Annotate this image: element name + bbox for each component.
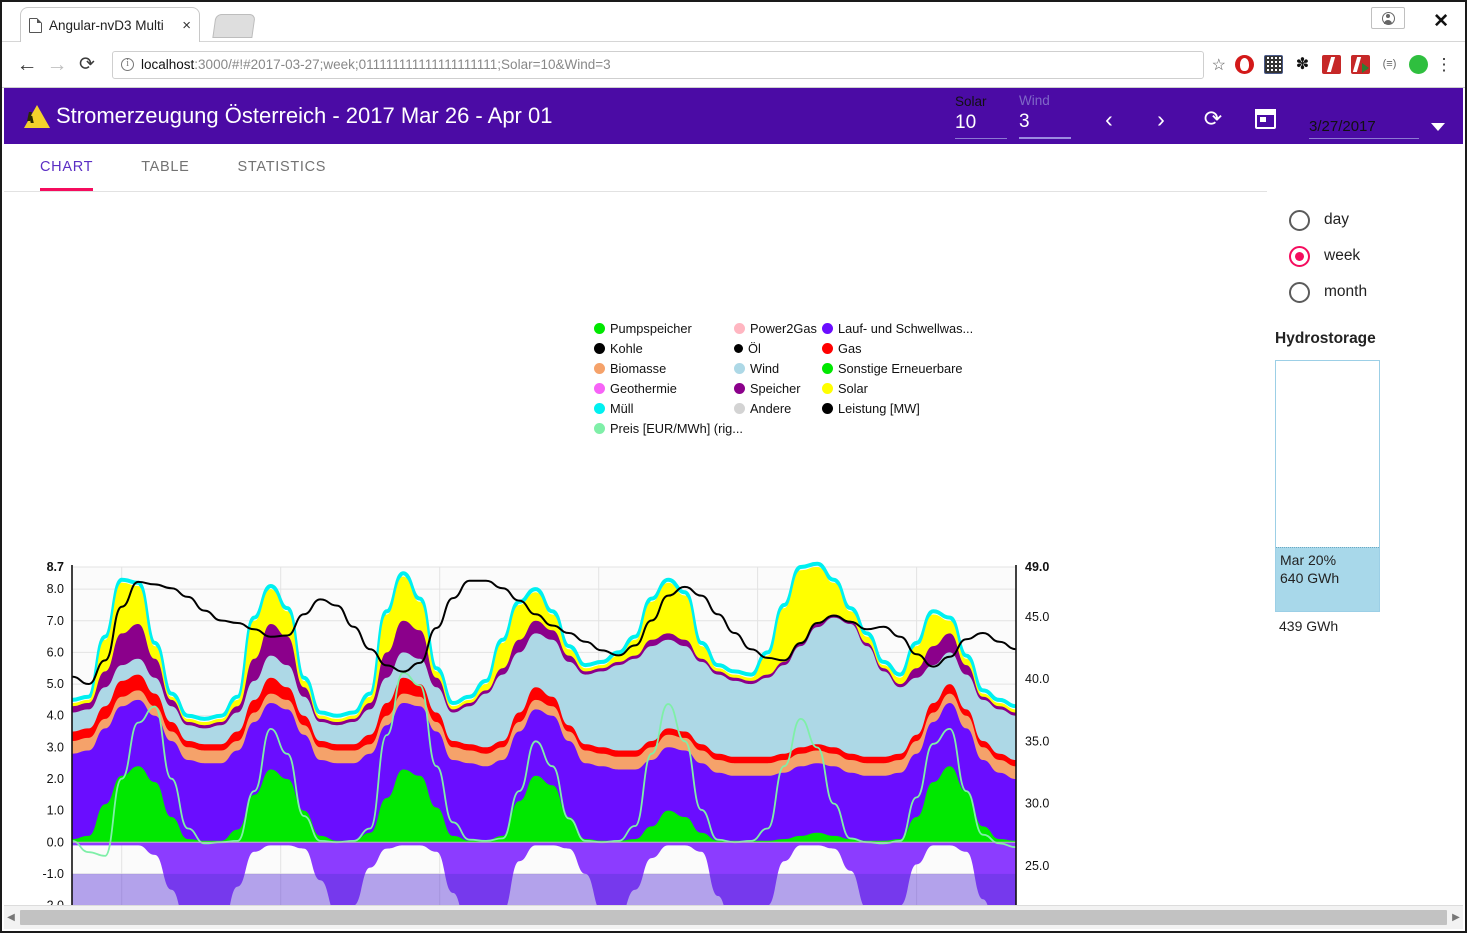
browser-tab-title: Angular-nvD3 Multi xyxy=(49,17,164,33)
bookmark-star-icon[interactable]: ☆ xyxy=(1212,55,1226,75)
tab-statistics[interactable]: STATISTICS xyxy=(214,144,351,191)
radio-icon[interactable] xyxy=(1289,281,1310,303)
page-favicon-icon xyxy=(29,17,42,33)
y2-axis-tick-label: 35.0 xyxy=(1025,734,1049,748)
hydrostorage-title: Hydrostorage xyxy=(1275,330,1376,347)
browser-tab[interactable]: Angular-nvD3 Multi × xyxy=(20,7,200,42)
wind-field[interactable]: Wind 3 xyxy=(1019,93,1071,139)
opera-extension-icon[interactable] xyxy=(1235,55,1254,74)
y-axis-tick-label: 6.0 xyxy=(47,645,64,659)
stacked-area-chart[interactable]: 8.78.07.06.05.04.03.02.01.00.0-1.0-2.0-3… xyxy=(4,192,1064,905)
period-label: day xyxy=(1324,211,1349,228)
period-label: month xyxy=(1324,283,1368,300)
address-bar-url: localhost:3000/#!#2017-03-27;week;011111… xyxy=(141,57,611,72)
y2-axis-tick-label: 45.0 xyxy=(1025,610,1049,624)
back-icon[interactable]: ← xyxy=(12,50,42,80)
hydrostorage-gauge: Mar 20% 640 GWh xyxy=(1275,360,1380,612)
wind-input[interactable]: 3 xyxy=(1019,109,1071,139)
tab-chart[interactable]: CHART xyxy=(16,144,117,191)
calendar-button[interactable] xyxy=(1239,99,1291,139)
y2-axis-tick-label: 40.0 xyxy=(1025,672,1049,686)
hydrostorage-fill-labels: Mar 20% 640 GWh xyxy=(1280,551,1339,587)
qr-code-extension-icon[interactable] xyxy=(1264,55,1283,74)
y2-axis-tick-label: 30.0 xyxy=(1025,797,1049,811)
y-axis-tick-label: 8.7 xyxy=(47,560,64,574)
y-axis-tick-label: -1.0 xyxy=(42,867,64,881)
browser-nav-bar: ← → ⟳ localhost:3000/#!#2017-03-27;week;… xyxy=(2,42,1465,88)
browser-tab-bar: Angular-nvD3 Multi × ✕ xyxy=(2,2,1465,42)
gnome-extension-icon[interactable]: ✽ xyxy=(1293,55,1312,74)
period-option-day[interactable]: day xyxy=(1267,202,1449,238)
warning-lightning-icon xyxy=(24,104,50,128)
y-axis-tick-label: 0.0 xyxy=(47,835,64,849)
radio-selected-icon[interactable] xyxy=(1289,245,1310,267)
y2-axis-tick-label: 49.0 xyxy=(1025,560,1049,574)
period-label: week xyxy=(1324,247,1361,264)
person-icon xyxy=(1381,11,1395,25)
y-axis-tick-label: 4.0 xyxy=(47,709,64,723)
y-axis-tick-label: 5.0 xyxy=(47,677,64,691)
chart-area[interactable]: 8.78.07.06.05.04.03.02.01.00.0-1.0-2.0-3… xyxy=(4,192,1064,905)
date-picker[interactable]: 3/27/2017 xyxy=(1309,118,1445,139)
url-host: localhost xyxy=(141,57,195,72)
previous-period-icon[interactable]: ‹ xyxy=(1083,99,1135,139)
flash-play-extension-icon[interactable] xyxy=(1351,55,1370,74)
app-header-controls: Solar 10 Wind 3 ‹ › ⟳ 3/27/2017 xyxy=(955,93,1463,139)
date-input[interactable]: 3/27/2017 xyxy=(1309,118,1419,139)
wind-label: Wind xyxy=(1019,93,1050,108)
url-path: :3000/#!#2017-03-27;week;011111111111111… xyxy=(194,57,611,72)
next-period-icon[interactable]: › xyxy=(1135,99,1187,139)
y-axis-tick-label: 8.0 xyxy=(47,582,64,596)
page-title: Stromerzeugung Österreich - 2017 Mar 26 … xyxy=(56,103,553,128)
solar-label: Solar xyxy=(955,94,987,109)
forward-icon[interactable]: → xyxy=(42,50,72,80)
hydrostorage-energy: 640 GWh xyxy=(1280,570,1340,586)
radio-icon[interactable] xyxy=(1289,209,1310,231)
horizontal-scrollbar[interactable]: ◀ ▶ xyxy=(4,905,1463,929)
scroll-left-icon[interactable]: ◀ xyxy=(4,912,18,923)
browser-window: Angular-nvD3 Multi × ✕ ← → ⟳ localhost:3… xyxy=(0,0,1467,933)
main-tab-bar: CHART TABLE STATISTICS xyxy=(4,144,1267,192)
scroll-right-icon[interactable]: ▶ xyxy=(1449,912,1463,923)
scrollbar-thumb[interactable] xyxy=(20,910,1447,925)
chevron-down-icon[interactable] xyxy=(1431,123,1445,131)
hydrostorage-below-label: 439 GWh xyxy=(1279,618,1339,634)
green-circle-extension-icon[interactable] xyxy=(1409,55,1428,74)
y-axis-tick-label: 2.0 xyxy=(47,772,64,786)
period-option-week[interactable]: week xyxy=(1267,238,1449,274)
address-bar[interactable]: localhost:3000/#!#2017-03-27;week;011111… xyxy=(112,50,1204,79)
refresh-icon[interactable]: ⟳ xyxy=(1187,99,1239,139)
hydrostorage-month-percent: Mar 20% xyxy=(1280,552,1337,568)
flash-extension-icon[interactable] xyxy=(1322,55,1341,74)
site-info-icon[interactable] xyxy=(121,58,134,71)
tab-panel-chart: Pumpspeicher Kohle Biomasse Geothermie M… xyxy=(4,192,1463,905)
chart-options-panel: day week month Hydrostorage Mar 20% 640 … xyxy=(1267,202,1449,634)
y-axis-tick-label: 7.0 xyxy=(47,614,64,628)
solar-field[interactable]: Solar 10 xyxy=(955,94,1007,139)
web-app: Stromerzeugung Österreich - 2017 Mar 26 … xyxy=(4,88,1463,905)
new-tab-button[interactable] xyxy=(212,14,256,38)
y-axis-tick-label: 3.0 xyxy=(47,740,64,754)
calendar-icon xyxy=(1254,109,1276,129)
tab-table[interactable]: TABLE xyxy=(117,144,213,191)
hydrostorage-fill: Mar 20% 640 GWh xyxy=(1276,547,1379,611)
period-option-month[interactable]: month xyxy=(1267,274,1449,310)
app-header: Stromerzeugung Österreich - 2017 Mar 26 … xyxy=(4,88,1463,144)
window-close-icon[interactable]: ✕ xyxy=(1433,12,1449,31)
solar-input[interactable]: 10 xyxy=(955,110,1007,139)
y2-axis-tick-label: 25.0 xyxy=(1025,859,1049,873)
browser-menu-icon[interactable]: ⋮ xyxy=(1433,55,1455,74)
equals-extension-icon[interactable]: (≡) xyxy=(1380,55,1399,74)
y-axis-tick-label: 1.0 xyxy=(47,804,64,818)
profile-button[interactable] xyxy=(1371,7,1405,29)
tab-close-icon[interactable]: × xyxy=(182,18,191,33)
reload-icon[interactable]: ⟳ xyxy=(72,50,102,80)
